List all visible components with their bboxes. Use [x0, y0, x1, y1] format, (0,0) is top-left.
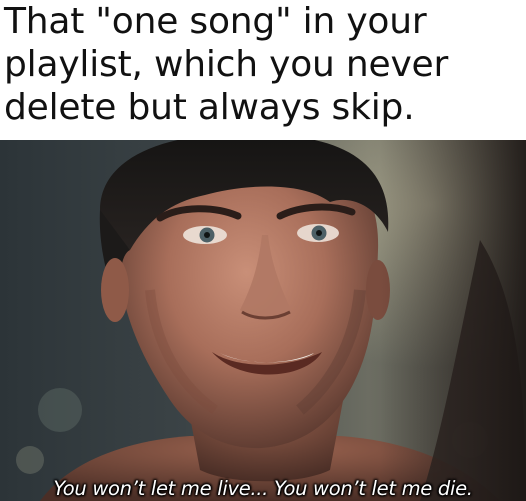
movie-frame-man-smiling-icon [0, 140, 526, 501]
caption-line-1: That "one song" in your [4, 1, 427, 42]
movie-still-image: You won’t let me live... You won’t let m… [0, 140, 526, 501]
caption-line-3: delete but always skip. [4, 87, 415, 128]
caption-line-2: playlist, which you never [4, 44, 449, 85]
meme-container: That "one song" in your playlist, which … [0, 0, 526, 501]
movie-subtitle: You won’t let me live... You won’t let m… [53, 477, 473, 500]
meme-caption: That "one song" in your playlist, which … [4, 0, 522, 129]
